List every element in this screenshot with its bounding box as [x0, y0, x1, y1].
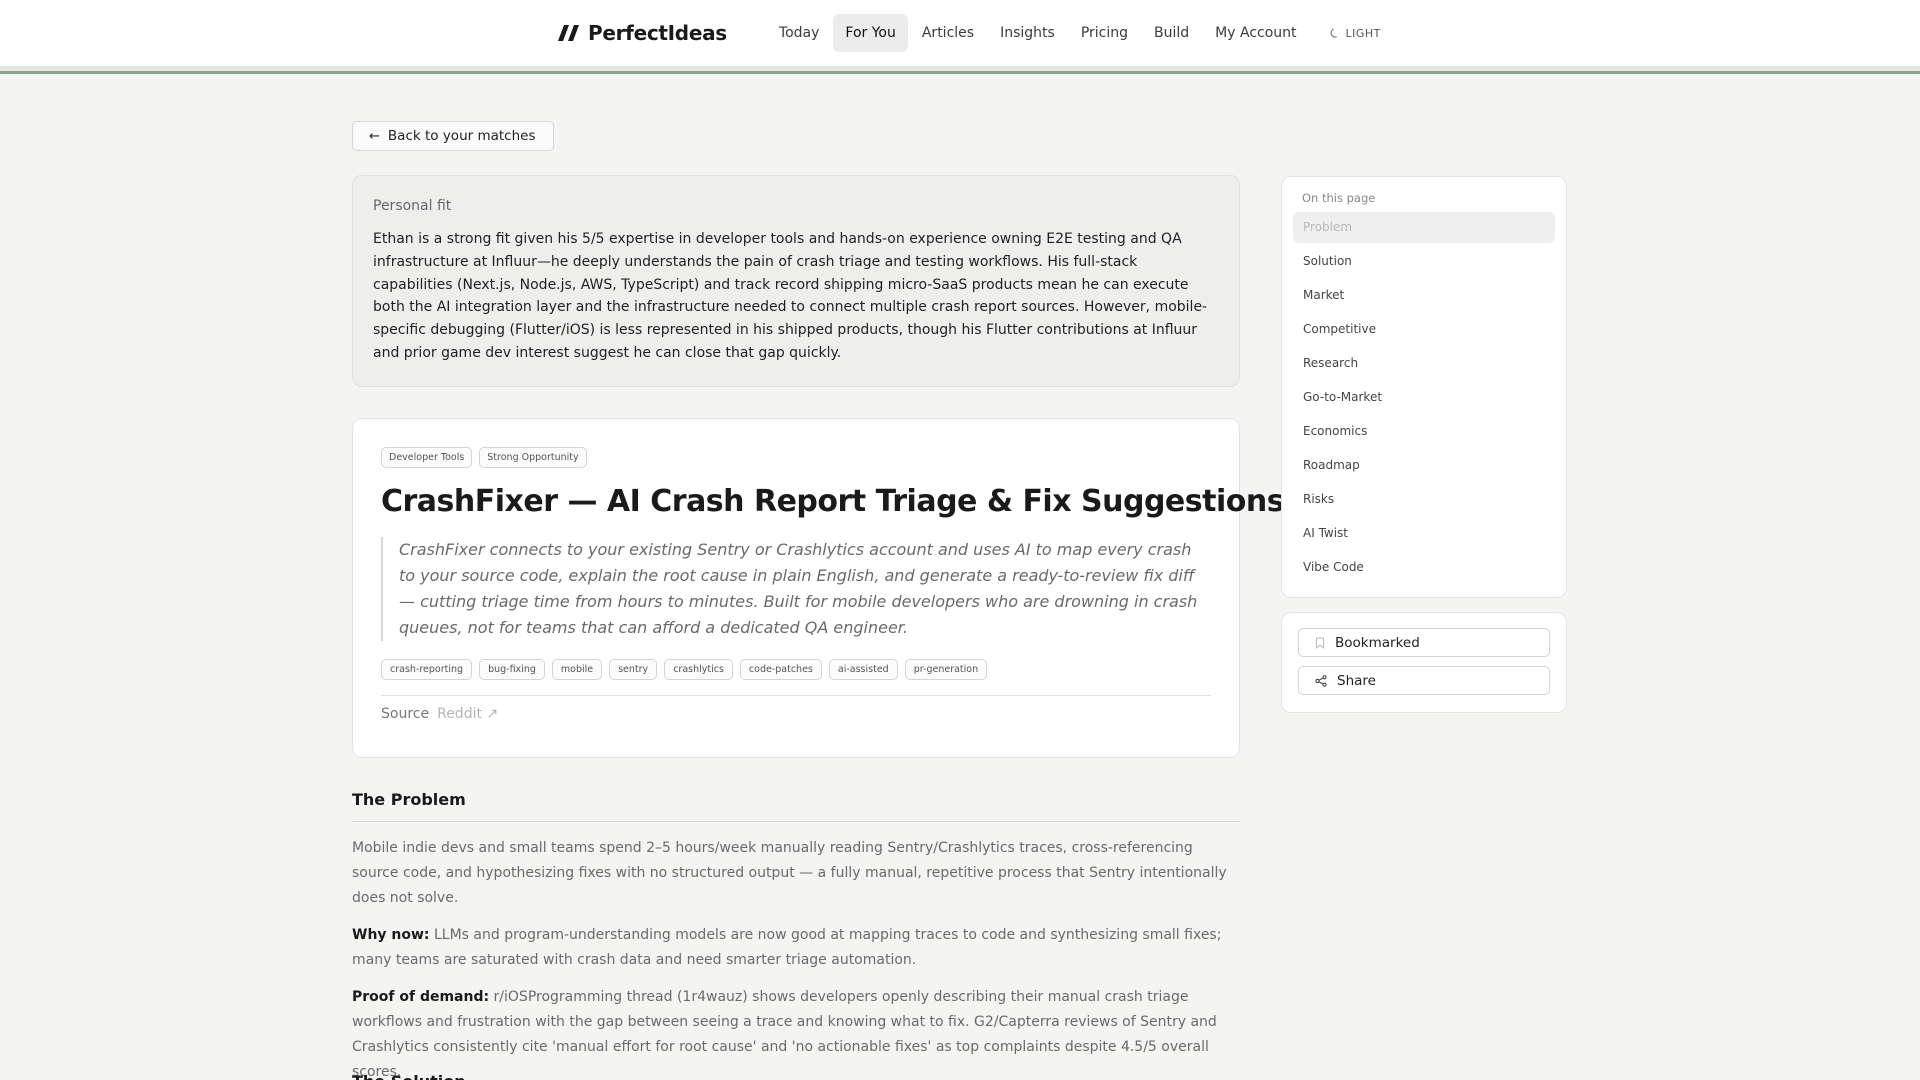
brand-slashes-icon — [558, 25, 579, 41]
category-tags: Developer Tools Strong Opportunity — [381, 447, 1211, 468]
share-button[interactable]: Share — [1298, 666, 1550, 695]
theme-label: LIGHT — [1345, 26, 1381, 40]
keyword-tag: sentry — [609, 659, 658, 680]
arrow-left-icon: ← — [369, 128, 380, 144]
nav-link-for-you[interactable]: For You — [833, 14, 908, 52]
nav-link-pricing[interactable]: Pricing — [1069, 14, 1140, 52]
top-navigation: PerfectIdeas Today For You Articles Insi… — [0, 0, 1920, 66]
brand-logo[interactable]: PerfectIdeas — [558, 21, 727, 45]
toc-heading: On this page — [1302, 191, 1376, 205]
category-tag: Developer Tools — [381, 447, 473, 468]
theme-toggle-button[interactable]: LIGHT — [1329, 27, 1381, 40]
keyword-tag: crash-reporting — [381, 659, 473, 680]
personal-fit-label: Personal fit — [373, 198, 452, 214]
idea-summary: CrashFixer connects to your existing Sen… — [381, 537, 1211, 641]
toc-item-go-to-market[interactable]: Go-to-Market — [1293, 382, 1555, 413]
nav-inner: PerfectIdeas Today For You Articles Insi… — [558, 0, 1381, 66]
toc-item-research[interactable]: Research — [1293, 348, 1555, 379]
idea-title: CrashFixer — AI Crash Report Triage & Fi… — [381, 484, 1285, 519]
nav-link-my-account[interactable]: My Account — [1203, 14, 1308, 52]
source-link[interactable]: Reddit ↗ — [437, 706, 498, 722]
proof-of-demand-label: Proof of demand: — [352, 989, 490, 1005]
why-now-paragraph: Why now: LLMs and program-understanding … — [352, 923, 1240, 973]
nav-link-insights[interactable]: Insights — [988, 14, 1067, 52]
toc-item-competitive[interactable]: Competitive — [1293, 314, 1555, 345]
nav-link-articles[interactable]: Articles — [910, 14, 986, 52]
table-of-contents: On this page Problem Solution Market Com… — [1281, 176, 1567, 598]
back-to-matches-button[interactable]: ← Back to your matches — [352, 121, 554, 151]
proof-of-demand-paragraph: Proof of demand: r/iOSProgramming thread… — [352, 985, 1240, 1080]
toc-item-economics[interactable]: Economics — [1293, 416, 1555, 447]
solution-heading: The Solution — [352, 1072, 466, 1080]
toc-item-ai-twist[interactable]: AI Twist — [1293, 518, 1555, 549]
back-button-label: Back to your matches — [387, 128, 536, 144]
accent-line — [0, 71, 1920, 74]
toc-item-market[interactable]: Market — [1293, 280, 1555, 311]
keyword-tag: ai-assisted — [828, 659, 898, 680]
nav-link-build[interactable]: Build — [1142, 14, 1201, 52]
keyword-tags: crash-reporting bug-fixing mobile sentry… — [381, 659, 1211, 680]
why-now-label: Why now: — [352, 927, 430, 943]
why-now-text: LLMs and program-understanding models ar… — [352, 927, 1222, 968]
toc-item-vibe-code[interactable]: Vibe Code — [1293, 552, 1555, 583]
keyword-tag: crashlytics — [664, 659, 733, 680]
opportunity-tag: Strong Opportunity — [479, 447, 587, 468]
source-label: Source — [381, 706, 430, 722]
keyword-tag: pr-generation — [904, 659, 988, 680]
nav-links: Today For You Articles Insights Pricing … — [767, 14, 1311, 52]
personal-fit-card: Personal fit Ethan is a strong fit given… — [352, 175, 1240, 387]
keyword-tag: bug-fixing — [479, 659, 545, 680]
bookmark-label: Bookmarked — [1335, 634, 1420, 651]
share-icon — [1315, 674, 1327, 687]
brand-name: PerfectIdeas — [588, 21, 727, 45]
problem-heading: The Problem — [352, 790, 1240, 822]
problem-intro: Mobile indie devs and small teams spend … — [352, 840, 1227, 906]
source-row: Source Reddit ↗ — [381, 695, 1211, 722]
nav-link-today[interactable]: Today — [767, 14, 832, 52]
toc-item-problem[interactable]: Problem — [1293, 212, 1555, 243]
keyword-tag: code-patches — [739, 659, 822, 680]
toc-item-risks[interactable]: Risks — [1293, 484, 1555, 515]
share-label: Share — [1337, 672, 1376, 689]
actions-card: Bookmarked Share — [1281, 612, 1567, 713]
personal-fit-text: Ethan is a strong fit given his 5/5 expe… — [373, 231, 1208, 361]
toc-item-solution[interactable]: Solution — [1293, 246, 1555, 277]
toc-item-roadmap[interactable]: Roadmap — [1293, 450, 1555, 481]
keyword-tag: mobile — [551, 659, 603, 680]
moon-icon — [1330, 28, 1337, 38]
problem-section: The Problem Mobile indie devs and small … — [352, 790, 1240, 1080]
bookmark-button[interactable]: Bookmarked — [1298, 628, 1550, 657]
bookmark-icon — [1316, 637, 1324, 649]
idea-card: Developer Tools Strong Opportunity Crash… — [352, 418, 1285, 758]
